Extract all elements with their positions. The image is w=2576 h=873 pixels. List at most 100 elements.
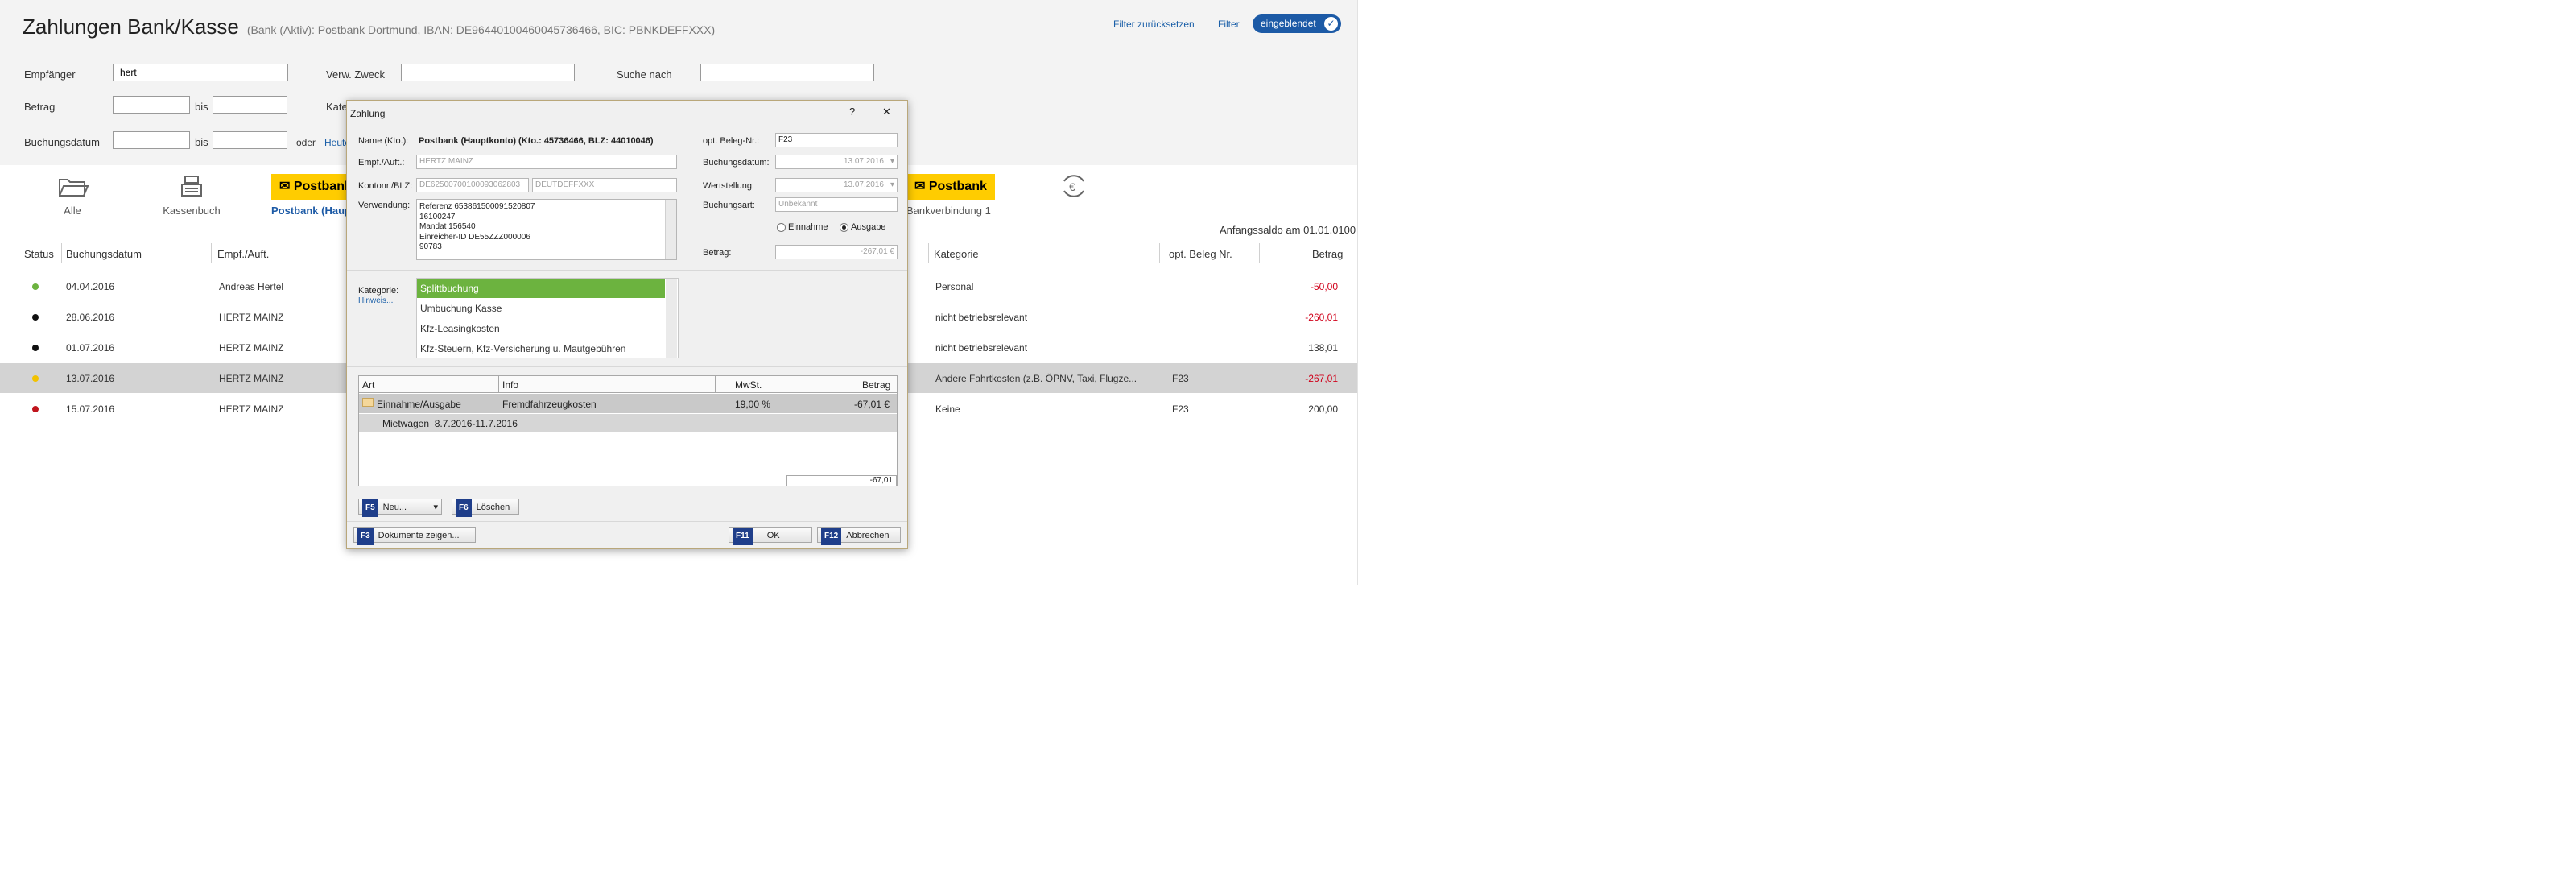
col-divider — [715, 376, 716, 392]
betrag-dlg-label: Betrag: — [703, 248, 732, 258]
cell-empf: HERTZ MAINZ — [219, 403, 284, 415]
filter-link[interactable]: Filter — [1218, 19, 1240, 30]
f6-key: F6 — [456, 499, 472, 517]
status-dot — [32, 314, 39, 321]
hinweis-link[interactable]: Hinweis... — [358, 296, 393, 305]
help-icon[interactable]: ? — [849, 106, 855, 118]
cancel-button[interactable]: F12 Abbrechen — [817, 527, 901, 545]
cell-betrag: -260,01 — [1305, 312, 1338, 323]
split-detail-text: Mietwagen 8.7.2016-11.7.2016 — [382, 418, 518, 429]
euro-exchange-icon: € — [1063, 175, 1084, 197]
col-buchungsdatum[interactable]: Buchungsdatum — [66, 248, 142, 260]
empf-input[interactable]: HERTZ MAINZ — [416, 155, 677, 169]
col-beleg[interactable]: opt. Beleg Nr. — [1169, 248, 1232, 260]
ok-button[interactable]: F11 OK — [729, 527, 812, 545]
name-value: Postbank (Hauptkonto) (Kto.: 45736466, B… — [419, 136, 654, 146]
col-status[interactable]: Status — [24, 248, 54, 260]
cash-register-icon — [181, 176, 202, 197]
header-bar: Zahlungen Bank/Kasse (Bank (Aktiv): Postb… — [0, 0, 1357, 48]
cell-buchungsdatum: 13.07.2016 — [66, 373, 115, 384]
split-row-betrag: -67,01 € — [854, 399, 890, 410]
verwendungszweck-input[interactable] — [401, 64, 575, 81]
filter-shown-label: eingeblendet — [1261, 18, 1316, 29]
zahlung-dialog: Zahlung ? ✕ Name (Kto.): Postbank (Haupt… — [346, 100, 908, 549]
iban-input[interactable]: DE62500700100093062803 — [416, 178, 529, 192]
verwendung-line: Referenz 653861500091520807 — [419, 202, 535, 211]
kategorie-item[interactable]: Kfz-Steuern, Kfz-Versicherung u. Mautgeb… — [417, 339, 665, 358]
col-empf[interactable]: Empf./Auft. — [217, 248, 269, 260]
tab-kassenbuch-label: Kassenbuch — [163, 205, 221, 217]
kategorie-item[interactable]: Splittbuchung — [417, 279, 665, 298]
tab-alle[interactable]: Alle — [24, 173, 121, 217]
cell-empf: HERTZ MAINZ — [219, 312, 284, 323]
new-split-button[interactable]: F5 Neu... ▾ — [358, 499, 442, 517]
loeschen-label: Löschen — [476, 503, 510, 512]
tab-alle-label: Alle — [64, 205, 81, 217]
cell-beleg: F23 — [1172, 373, 1189, 384]
anfangssaldo-label: Anfangssaldo am 01.01.0100 — [1220, 224, 1356, 236]
verwendungszweck-label: Verw. Zweck — [326, 68, 385, 81]
kategorie-item[interactable]: Kfz-Leasingkosten — [417, 319, 665, 338]
verwendung-line: Einreicher-ID DE55ZZZ000006 — [419, 232, 530, 242]
ausgabe-radio[interactable]: Ausgabe — [840, 222, 886, 232]
kategorie-item[interactable]: Umbuchung Kasse — [417, 299, 665, 318]
verwendung-textarea[interactable]: Referenz 653861500091520807 16100247 Manda… — [416, 199, 677, 260]
col-divider — [498, 376, 499, 392]
cell-empf: Andreas Hertel — [219, 281, 284, 292]
wertstellung-input[interactable]: 13.07.2016 ▾ — [775, 178, 898, 192]
cell-betrag: 138,01 — [1308, 342, 1338, 354]
cell-empf: HERTZ MAINZ — [219, 342, 284, 354]
cell-buchungsdatum: 01.07.2016 — [66, 342, 115, 354]
suche-input[interactable] — [700, 64, 874, 81]
date-from-input[interactable] — [113, 131, 190, 149]
radio-icon — [840, 222, 848, 232]
wertstellung-value: 13.07.2016 — [843, 180, 884, 189]
bic-input[interactable]: DEUTDEFFXXX — [532, 178, 677, 192]
scrollbar[interactable] — [665, 200, 676, 259]
filter-shown-toggle[interactable]: eingeblendet ✓ — [1253, 14, 1341, 33]
split-col-betrag: Betrag — [862, 379, 891, 391]
col-betrag[interactable]: Betrag — [1312, 248, 1343, 260]
suche-label: Suche nach — [617, 68, 672, 81]
betrag-dlg-input[interactable]: -267,01 € — [775, 245, 898, 259]
split-sum: -67,01 — [786, 475, 897, 486]
verwendung-text: Referenz 653861500091520807 16100247 Manda… — [419, 202, 535, 253]
konto-label: Kontonr./BLZ: — [358, 181, 413, 191]
cell-betrag: -267,01 — [1305, 373, 1338, 384]
kategorie-filter-label: Kate — [326, 101, 348, 113]
verwendung-line: 16100247 — [419, 212, 456, 221]
buchungsart-input[interactable]: Unbekannt — [775, 197, 898, 212]
col-divider — [1259, 243, 1260, 263]
tab-bankverbindung-1[interactable]: ✉ Postbank Bankverbindung 1 — [906, 174, 995, 217]
betrag-to-input[interactable] — [213, 96, 287, 114]
divider — [347, 270, 907, 271]
postbank-logo-2: ✉ Postbank — [906, 174, 995, 200]
date-bis-label: bis — [195, 136, 208, 148]
col-kategorie[interactable]: Kategorie — [934, 248, 979, 260]
cell-kategorie: nicht betriebsrelevant — [935, 342, 1028, 354]
split-col-art: Art — [362, 379, 375, 391]
status-dot — [32, 345, 39, 351]
cell-kategorie: Personal — [935, 281, 974, 292]
delete-split-button[interactable]: F6 Löschen — [452, 499, 519, 517]
beleg-input[interactable]: F23 — [775, 133, 898, 147]
close-icon[interactable]: ✕ — [882, 106, 891, 118]
folder-icon — [59, 179, 89, 197]
show-documents-button[interactable]: F3 Dokumente zeigen... — [353, 527, 476, 545]
einnahme-radio[interactable]: Einnahme — [777, 222, 828, 232]
buchungsdatum-dlg-input[interactable]: 13.07.2016 ▾ — [775, 155, 898, 169]
kategorie-scrollbar[interactable] — [666, 279, 677, 358]
filter-reset-link[interactable]: Filter zurücksetzen — [1113, 19, 1195, 30]
tab-kassenbuch[interactable]: Kassenbuch — [143, 173, 240, 217]
f12-key: F12 — [821, 528, 842, 545]
empfaenger-input[interactable] — [113, 64, 288, 81]
date-to-input[interactable] — [213, 131, 287, 149]
chevron-down-icon: ▾ — [890, 157, 894, 166]
buchungsart-label: Buchungsart: — [703, 201, 755, 210]
dialog-title: Zahlung — [350, 108, 386, 119]
tab-verrechnung[interactable]: € — [1026, 173, 1122, 205]
divider — [347, 521, 907, 522]
col-divider — [211, 243, 212, 263]
cell-buchungsdatum: 28.06.2016 — [66, 312, 115, 323]
betrag-from-input[interactable] — [113, 96, 190, 114]
